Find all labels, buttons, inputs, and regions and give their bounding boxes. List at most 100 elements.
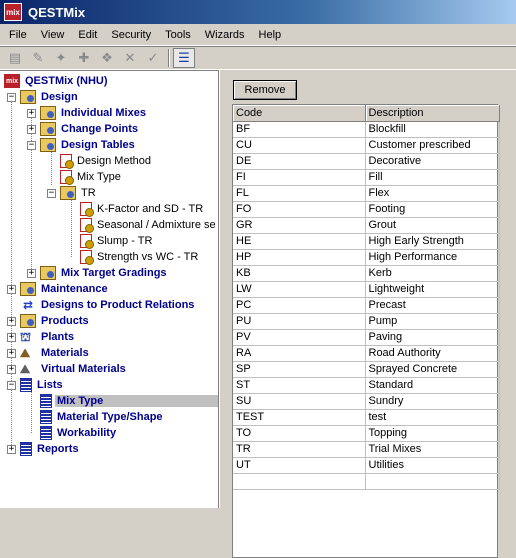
remove-button[interactable]: Remove [233,80,297,100]
table-row[interactable]: FL Flex [233,185,500,202]
table-row[interactable]: TR Trial Mixes [233,441,500,458]
tree-item-mix-type-design[interactable]: Mix Type [60,169,123,185]
tree-item-individual-mixes[interactable]: Individual Mixes [40,105,148,121]
code-cell[interactable]: TO [233,425,366,442]
code-cell[interactable]: HP [233,249,366,266]
edit-icon[interactable]: ✎ [27,48,49,68]
description-cell[interactable]: Customer prescribed [365,137,500,154]
accept-icon[interactable]: ✓ [142,48,164,68]
description-cell[interactable]: Decorative [365,153,500,170]
menu-view[interactable]: View [34,27,72,43]
tree-item-kfactor[interactable]: K-Factor and SD - TR [80,201,205,217]
copy-icon[interactable]: ❖ [96,48,118,68]
menu-edit[interactable]: Edit [71,27,104,43]
code-cell[interactable]: SP [233,361,366,378]
code-cell[interactable]: TEST [233,409,366,426]
tree-item-reports[interactable]: Reports [20,441,81,457]
table-row[interactable]: FI Fill [233,169,500,186]
tree-item-design-method[interactable]: Design Method [60,153,153,169]
tree-item-strength[interactable]: Strength vs WC - TR [80,249,200,265]
description-cell[interactable]: Blockfill [365,121,500,138]
description-cell[interactable]: Trial Mixes [365,441,500,458]
tree-view-icon[interactable]: ☰ [173,48,195,68]
table-row[interactable]: PC Precast [233,297,500,314]
code-cell[interactable]: UT [233,457,366,474]
collapse-icon[interactable]: − [27,141,36,150]
description-cell[interactable]: High Early Strength [365,233,500,250]
tree-root[interactable]: mix QESTMix (NHU) [4,73,110,89]
code-cell[interactable]: PV [233,329,366,346]
panel-splitter[interactable] [219,70,226,508]
table-row[interactable]: HE High Early Strength [233,233,500,250]
table-row[interactable]: ST Standard [233,377,500,394]
cancel-icon[interactable]: ✕ [119,48,141,68]
table-row[interactable]: PV Paving [233,329,500,346]
tree-item-seasonal[interactable]: Seasonal / Admixture se [80,217,218,233]
tree-item-material-type[interactable]: Material Type/Shape [40,409,165,425]
code-cell[interactable]: PU [233,313,366,330]
table-row[interactable]: SP Sprayed Concrete [233,361,500,378]
table-row[interactable]: DE Decorative [233,153,500,170]
code-cell[interactable]: TR [233,441,366,458]
table-row[interactable] [233,473,500,490]
tree-item-mix-type[interactable]: Mix Type [40,393,218,409]
table-row[interactable]: KB Kerb [233,265,500,282]
table-row[interactable]: UT Utilities [233,457,500,474]
tree-item-virtual-materials[interactable]: ⛰ Virtual Materials [20,361,128,377]
delete-icon[interactable]: ✦ [50,48,72,68]
expand-icon[interactable]: + [7,349,16,358]
table-row[interactable]: SU Sundry [233,393,500,410]
tree-item-design-tables[interactable]: Design Tables [40,137,137,153]
description-cell[interactable]: Topping [365,425,500,442]
table-row[interactable]: FO Footing [233,201,500,218]
description-cell[interactable]: Fill [365,169,500,186]
description-cell[interactable]: Sprayed Concrete [365,361,500,378]
code-cell[interactable]: ST [233,377,366,394]
expand-icon[interactable]: + [27,125,36,134]
code-cell[interactable] [233,473,366,490]
description-cell[interactable]: Lightweight [365,281,500,298]
menu-file[interactable]: File [2,27,34,43]
tree-item-plants[interactable]: ⛫ Plants [20,329,76,345]
menu-help[interactable]: Help [252,27,289,43]
code-cell[interactable]: KB [233,265,366,282]
description-cell[interactable]: Utilities [365,457,500,474]
expand-icon[interactable]: + [27,109,36,118]
description-cell[interactable]: Paving [365,329,500,346]
description-cell[interactable]: Kerb [365,265,500,282]
table-row[interactable]: HP High Performance [233,249,500,266]
code-cell[interactable]: SU [233,393,366,410]
tree-item-tr[interactable]: TR [60,185,98,201]
tree-item-designs-products[interactable]: ⇄ Designs to Product Relations [20,297,196,313]
description-cell[interactable]: Flex [365,185,500,202]
expand-icon[interactable]: + [7,445,16,454]
collapse-icon[interactable]: − [47,189,56,198]
expand-icon[interactable]: + [7,285,16,294]
description-cell[interactable]: Footing [365,201,500,218]
description-cell[interactable]: Road Authority [365,345,500,362]
table-row[interactable]: PU Pump [233,313,500,330]
collapse-icon[interactable]: − [7,93,16,102]
code-cell[interactable]: HE [233,233,366,250]
table-row[interactable]: TEST test [233,409,500,426]
description-cell[interactable]: Pump [365,313,500,330]
table-row[interactable]: BF Blockfill [233,121,500,138]
description-cell[interactable]: test [365,409,500,426]
table-row[interactable]: GR Grout [233,217,500,234]
expand-icon[interactable]: + [27,269,36,278]
expand-icon[interactable]: + [7,317,16,326]
menu-security[interactable]: Security [104,27,158,43]
code-cell[interactable]: GR [233,217,366,234]
tree-item-mix-target-gradings[interactable]: Mix Target Gradings [40,265,169,281]
table-row[interactable]: RA Road Authority [233,345,500,362]
tree-item-products[interactable]: Products [20,313,91,329]
code-cell[interactable]: CU [233,137,366,154]
tree-item-maintenance[interactable]: Maintenance [20,281,110,297]
code-cell[interactable]: BF [233,121,366,138]
code-cell[interactable]: FL [233,185,366,202]
table-row[interactable]: CU Customer prescribed [233,137,500,154]
description-cell[interactable]: Standard [365,377,500,394]
tree-item-workability[interactable]: Workability [40,425,118,441]
code-cell[interactable]: RA [233,345,366,362]
description-cell[interactable]: Precast [365,297,500,314]
